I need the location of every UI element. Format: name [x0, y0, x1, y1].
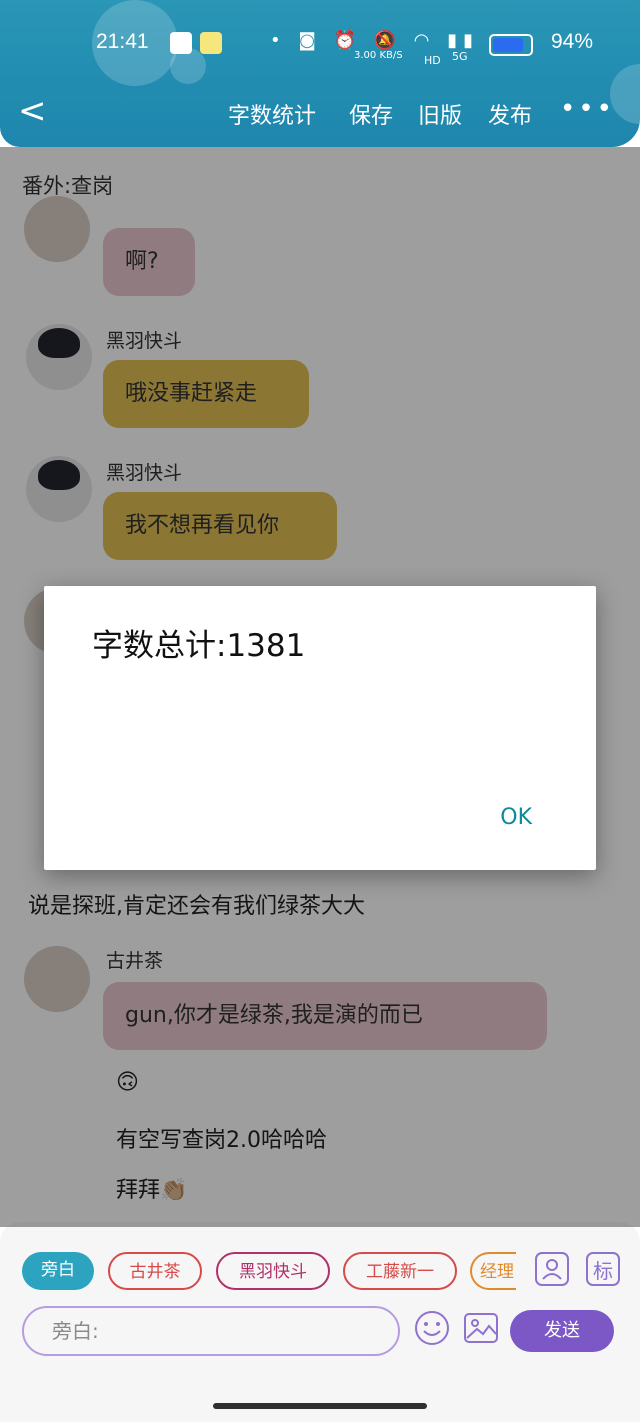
chip-character[interactable]: 古井茶 [108, 1252, 202, 1290]
save-button[interactable]: 保存 [349, 98, 393, 130]
network-label: 5G [452, 50, 468, 63]
emoji-icon[interactable] [414, 1310, 450, 1346]
battery-icon [489, 34, 533, 56]
person-icon[interactable] [535, 1252, 569, 1286]
status-time: 21:41 [96, 30, 149, 53]
chip-character[interactable]: 经理 [470, 1252, 516, 1290]
ok-button[interactable]: OK [500, 805, 532, 830]
more-icon[interactable]: ••• [560, 94, 615, 124]
narration-input[interactable]: 旁白: [22, 1306, 400, 1356]
image-icon[interactable] [463, 1310, 499, 1346]
app-notif-icon [170, 32, 192, 54]
tag-icon[interactable]: 标 [586, 1252, 620, 1286]
word-count-button[interactable]: 字数统计 [228, 98, 316, 130]
word-count-dialog: 字数总计:1381 OK [44, 586, 596, 870]
toolbar: < 字数统计 保存 旧版 发布 ••• [0, 88, 640, 138]
old-version-button[interactable]: 旧版 [418, 98, 462, 130]
chip-character[interactable]: 黑羽快斗 [216, 1252, 330, 1290]
dialog-message: 字数总计:1381 [92, 628, 306, 664]
send-button[interactable]: 发送 [510, 1310, 614, 1352]
back-button[interactable]: < [18, 94, 47, 128]
composer-panel: 旁白 古井茶 黑羽快斗 工藤新一 经理 标 旁白: 发送 [0, 1222, 640, 1422]
chip-narration[interactable]: 旁白 [22, 1252, 94, 1290]
status-bar: 21:41 • ◙ ⏰ 🔕 ◠ ▮▮ 3.00 KB/S HD 5G 94% [0, 20, 640, 67]
app-header: 21:41 • ◙ ⏰ 🔕 ◠ ▮▮ 3.00 KB/S HD 5G 94% <… [0, 0, 640, 147]
chip-character[interactable]: 工藤新一 [343, 1252, 457, 1290]
status-icons: • ◙ ⏰ 🔕 ◠ ▮▮ [270, 30, 480, 51]
network-speed: 3.00 KB/S [354, 50, 403, 61]
battery-percent: 94% [551, 30, 594, 53]
app-notif-icon [200, 32, 222, 54]
publish-button[interactable]: 发布 [488, 98, 532, 130]
hd-label: HD [424, 54, 441, 67]
home-indicator[interactable] [213, 1403, 427, 1409]
